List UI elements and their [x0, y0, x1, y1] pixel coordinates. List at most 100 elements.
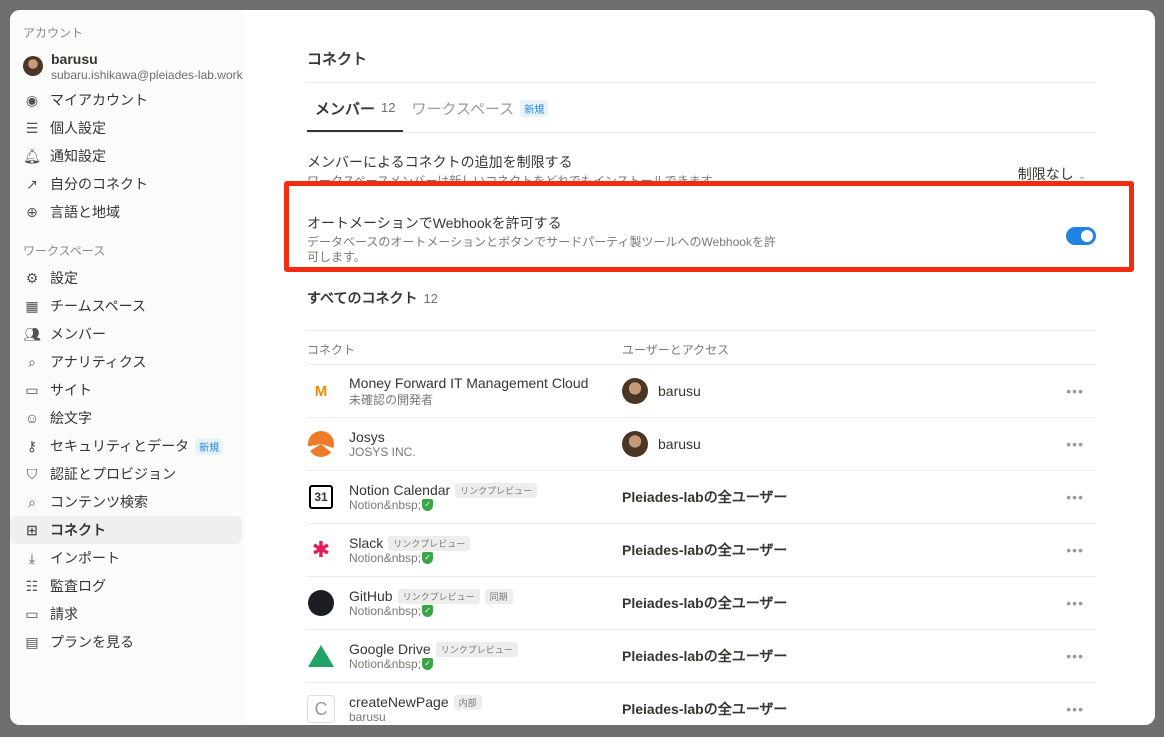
access-label: Pleiades-labの全ユーザー — [622, 648, 788, 664]
connection-name: Money Forward IT Management Cloud — [349, 374, 589, 391]
table-row[interactable]: Google Drive リンクプレビュー Notion&nbsp; ✓ Pleia… — [307, 629, 1096, 682]
sidebar-item-label: 請求 — [50, 606, 78, 622]
sidebar-item-label: 絵文字 — [50, 410, 92, 426]
building-icon: ▦ — [25, 297, 39, 314]
table-header: コネクト ユーザーとアクセス — [307, 336, 1096, 362]
sidebar-item[interactable]: ⚙ 設定 — [10, 264, 242, 292]
connection-developer: Notion&nbsp; — [349, 657, 422, 671]
dropdown-value: 制限なし — [1017, 166, 1074, 182]
verified-icon: ✓ — [422, 605, 434, 617]
page-letter-icon: C — [307, 695, 335, 723]
tab-label: メンバー — [315, 101, 376, 118]
josys-logo-icon — [307, 430, 335, 458]
access-cell: Pleiades-labの全ユーザー — [622, 699, 787, 719]
connection-developer: barusu — [349, 710, 386, 724]
connection-developer: Notion&nbsp; — [349, 551, 422, 565]
access-label: Pleiades-labの全ユーザー — [622, 701, 788, 717]
access-label: barusu — [658, 436, 701, 452]
sidebar-item[interactable]: ☷ 監査ログ — [10, 572, 242, 600]
tag: リンクプレビュー — [435, 641, 518, 657]
search-icon: ⌕ — [28, 493, 36, 510]
sidebar-item[interactable]: 🔔︎ 通知設定 — [10, 142, 242, 170]
user-name: barusu — [51, 50, 98, 67]
verified-icon: ✓ — [422, 552, 434, 564]
sidebar-item[interactable]: ⌕ アナリティクス — [10, 348, 242, 376]
google-drive-icon — [307, 642, 335, 670]
sidebar-item[interactable]: ▭ 請求 — [10, 600, 242, 628]
sidebar-item[interactable]: ⊕ 言語と地域 — [10, 198, 242, 226]
sidebar-item[interactable]: ⚷ セキュリティとデータ 新規 — [10, 432, 242, 460]
sidebar-item[interactable]: 👥︎ メンバー — [10, 320, 242, 348]
shield-icon: ⛉ — [26, 465, 38, 482]
tag: 同期 — [484, 588, 513, 604]
sidebar-item[interactable]: ◉ マイアカウント — [10, 86, 242, 114]
table-row[interactable]: 31 Notion Calendar リンクプレビュー Notion&nbsp; ✓… — [307, 470, 1096, 523]
tab-workspace[interactable]: ワークスペース 新規 — [403, 98, 556, 132]
more-icon[interactable]: ••• — [1066, 648, 1084, 664]
table-row[interactable]: Josys JOSYS INC. barusu ••• — [307, 417, 1096, 470]
table-row[interactable]: C createNewPage 内部 barusu Pleiades-labの全ユ… — [307, 682, 1096, 725]
sidebar-item[interactable]: ▤ プランを見る — [10, 628, 242, 656]
more-icon[interactable]: ••• — [1066, 701, 1084, 717]
verified-icon: ✓ — [422, 658, 434, 670]
sidebar-item-label: プランを見る — [50, 634, 134, 650]
sidebar-item[interactable]: ▭ サイト — [10, 376, 242, 404]
access-label: Pleiades-labの全ユーザー — [622, 542, 788, 558]
table-row[interactable]: M Money Forward IT Management Cloud 未確認の… — [307, 364, 1096, 417]
sidebar-item-label: 自分のコネクト — [50, 176, 148, 192]
table-row[interactable]: ✱ Slack リンクプレビュー Notion&nbsp; ✓ Pleiades-l… — [307, 523, 1096, 576]
new-badge: 新規 — [195, 437, 224, 455]
sidebar-item[interactable]: ⤓ インポート — [10, 544, 242, 572]
table-row[interactable]: GitHub リンクプレビュー 同期 Notion&nbsp; ✓ Pleiades-… — [307, 576, 1096, 629]
more-icon[interactable]: ••• — [1066, 436, 1084, 452]
tab-count: 12 — [381, 100, 396, 115]
tag: リンクプレビュー — [455, 482, 538, 498]
sidebar-item-label: アナリティクス — [50, 354, 147, 370]
setting-title: メンバーによるコネクトの追加を制限する — [307, 154, 573, 170]
access-cell: Pleiades-labの全ユーザー — [622, 593, 787, 613]
sidebar-item-label: 設定 — [50, 270, 78, 286]
tab-members[interactable]: メンバー 12 — [307, 98, 404, 132]
gear-icon: ⚙ — [25, 269, 39, 286]
connection-name: GitHub — [349, 588, 393, 604]
sidebar-item-label: コンテンツ検索 — [50, 494, 148, 510]
column-header: ユーザーとアクセス — [622, 342, 730, 357]
sidebar-item-label: 通知設定 — [50, 148, 106, 164]
log-icon: ☷ — [25, 577, 39, 594]
sidebar-item-label: 個人設定 — [50, 120, 106, 136]
all-connections-heading: すべてのコネクト 12 — [307, 288, 1096, 308]
settings-window: アカウント barusu subaru.ishikawa@pleiades-la… — [10, 10, 1155, 725]
divider — [307, 132, 1096, 133]
sidebar-item[interactable]: ☺ 絵文字 — [10, 404, 242, 432]
section-count: 12 — [423, 291, 438, 306]
more-icon[interactable]: ••• — [1066, 595, 1084, 611]
grid-icon: ⊞ — [26, 521, 38, 538]
sidebar-item[interactable]: ☰ 個人設定 — [10, 114, 242, 142]
sidebar-item[interactable]: ⊞ コネクト — [10, 516, 242, 544]
highlight-box — [284, 181, 1134, 272]
sidebar-item[interactable]: ▦ チームスペース — [10, 292, 242, 320]
tab-label: ワークスペース — [411, 101, 515, 118]
key-icon: ⚷ — [26, 437, 38, 454]
mf-logo-icon: M — [314, 382, 328, 400]
browser-icon: ▭ — [25, 381, 39, 398]
new-badge: 新規 — [520, 100, 549, 117]
more-icon[interactable]: ••• — [1066, 383, 1084, 399]
bell-icon: 🔔︎ — [23, 147, 41, 164]
main-panel: コネクト メンバー 12 ワークスペース 新規 メンバーによるコネクトの追加を制限す… — [245, 10, 1155, 725]
sidebar-item-label: サイト — [50, 382, 92, 398]
sidebar-item-label: マイアカウント — [50, 92, 148, 108]
sidebar-item[interactable]: ⛉ 認証とプロビジョン — [10, 460, 242, 488]
access-cell: barusu — [622, 378, 701, 404]
user-circle-icon: ◉ — [25, 91, 39, 108]
people-icon: 👥︎ — [23, 325, 41, 342]
avatar — [622, 431, 648, 457]
sidebar-item-label: 言語と地域 — [50, 204, 120, 220]
more-icon[interactable]: ••• — [1066, 542, 1084, 558]
sidebar-item-label: セキュリティとデータ — [50, 438, 190, 454]
column-header: コネクト — [307, 342, 356, 357]
page-title: コネクト — [307, 51, 368, 68]
sidebar-item[interactable]: ↗ 自分のコネクト — [10, 170, 242, 198]
more-icon[interactable]: ••• — [1066, 489, 1084, 505]
sidebar-item[interactable]: ⌕ コンテンツ検索 — [10, 488, 242, 516]
